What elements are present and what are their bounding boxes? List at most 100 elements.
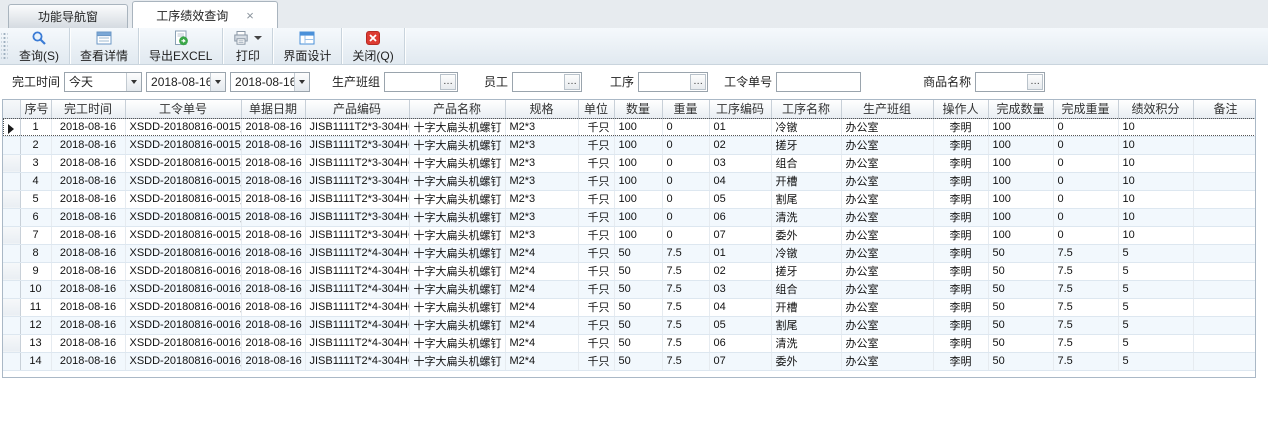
column-header[interactable]: 规格 [505, 100, 578, 118]
cell: 0 [662, 118, 709, 136]
column-header[interactable]: 产品名称 [409, 100, 505, 118]
column-header[interactable]: 完成重量 [1053, 100, 1118, 118]
cell: 2018-08-16 [241, 136, 305, 154]
process-lookup-button[interactable]: … [690, 74, 706, 90]
date-from-combobox[interactable]: 2018-08-16 [146, 72, 226, 92]
query-button[interactable]: 查询(S) [9, 28, 70, 64]
cell: 100 [988, 208, 1053, 226]
employee-lookup-button[interactable]: … [564, 74, 580, 90]
cell: 11 [20, 298, 51, 316]
row-indicator-cell[interactable] [3, 136, 20, 154]
cell: 组合 [771, 154, 841, 172]
completion-time-combobox[interactable]: 今天 [64, 72, 142, 92]
column-header[interactable]: 生产班组 [841, 100, 933, 118]
cell: 办公室 [841, 244, 933, 262]
cell: 割尾 [771, 190, 841, 208]
tab-function-navigation[interactable]: 功能导航窗 [8, 4, 128, 28]
table-row[interactable]: 142018-08-16XSDD-20180816-0016_12018-08-… [3, 352, 1256, 370]
row-indicator-cell[interactable] [3, 226, 20, 244]
print-dropdown-arrow-icon[interactable] [254, 36, 262, 40]
cell: 2018-08-16 [241, 208, 305, 226]
view-details-button[interactable]: 查看详情 [70, 28, 139, 64]
column-header[interactable]: 重量 [662, 100, 709, 118]
cell: 100 [614, 118, 662, 136]
cell: 5 [1118, 262, 1193, 280]
chevron-down-icon[interactable] [294, 73, 309, 91]
team-input[interactable] [385, 74, 440, 90]
cell: 7.5 [662, 334, 709, 352]
employee-lookup-field: … [512, 72, 582, 92]
cell: M2*4 [505, 352, 578, 370]
cell: 割尾 [771, 316, 841, 334]
row-indicator-cell[interactable] [3, 334, 20, 352]
chevron-down-icon[interactable] [210, 73, 225, 91]
table-row[interactable]: 132018-08-16XSDD-20180816-0016_12018-08-… [3, 334, 1256, 352]
process-input[interactable] [639, 74, 690, 90]
cell: JISB1111T2*4-304HC [305, 298, 409, 316]
team-lookup-button[interactable]: … [440, 74, 456, 90]
column-header[interactable]: 绩效积分 [1118, 100, 1193, 118]
column-header[interactable]: 单位 [578, 100, 614, 118]
table-row[interactable]: 102018-08-16XSDD-20180816-0016_12018-08-… [3, 280, 1256, 298]
cell: JISB1111T2*4-304HC [305, 280, 409, 298]
row-indicator-cell[interactable] [3, 154, 20, 172]
row-indicator-cell[interactable] [3, 172, 20, 190]
date-to-combobox[interactable]: 2018-08-16 [230, 72, 310, 92]
row-indicator-cell[interactable] [3, 190, 20, 208]
table-row[interactable]: 62018-08-16XSDD-20180816-0015_12018-08-1… [3, 208, 1256, 226]
employee-input[interactable] [513, 74, 564, 90]
cell: 0 [1053, 172, 1118, 190]
table-row[interactable]: 22018-08-16XSDD-20180816-0015_12018-08-1… [3, 136, 1256, 154]
chevron-down-icon[interactable] [126, 73, 141, 91]
print-button[interactable]: 打印 [223, 28, 273, 64]
cell: 搓牙 [771, 262, 841, 280]
column-header[interactable]: 完工时间 [51, 100, 125, 118]
column-header[interactable]: 操作人 [933, 100, 988, 118]
column-header[interactable]: 工令单号 [125, 100, 241, 118]
cell: 清洗 [771, 334, 841, 352]
column-header[interactable]: 产品编码 [305, 100, 409, 118]
cell: 千只 [578, 154, 614, 172]
cell: 100 [614, 136, 662, 154]
row-indicator-cell[interactable] [3, 244, 20, 262]
tab-close-icon[interactable]: × [246, 9, 254, 22]
table-row[interactable]: 12018-08-16XSDD-20180816-0015_12018-08-1… [3, 118, 1256, 136]
app-window: 功能导航窗 工序绩效查询 × 查询(S) 查看详情 导出EXCEL [0, 0, 1268, 442]
toolbar-grip[interactable] [1, 32, 8, 60]
column-header[interactable]: 单据日期 [241, 100, 305, 118]
table-row[interactable]: 82018-08-16XSDD-20180816-0016_12018-08-1… [3, 244, 1256, 262]
table-row[interactable]: 72018-08-16XSDD-20180816-0015_12018-08-1… [3, 226, 1256, 244]
column-header[interactable]: 备注 [1193, 100, 1256, 118]
results-grid: 序号完工时间工令单号单据日期产品编码产品名称规格单位数量重量工序编码工序名称生产… [2, 99, 1256, 378]
table-row[interactable]: 32018-08-16XSDD-20180816-0015_12018-08-1… [3, 154, 1256, 172]
row-indicator-cell[interactable] [3, 316, 20, 334]
work-order-input[interactable] [776, 72, 861, 92]
row-indicator-cell[interactable] [3, 298, 20, 316]
column-header[interactable]: 工序名称 [771, 100, 841, 118]
row-indicator-cell[interactable] [3, 118, 20, 136]
selected-row-arrow-icon [8, 124, 14, 134]
table-row[interactable]: 42018-08-16XSDD-20180816-0015_12018-08-1… [3, 172, 1256, 190]
column-header[interactable]: 工序编码 [709, 100, 771, 118]
cell: XSDD-20180816-0016_1 [125, 280, 241, 298]
column-header[interactable]: 完成数量 [988, 100, 1053, 118]
cell: 7.5 [1053, 280, 1118, 298]
cell: 办公室 [841, 262, 933, 280]
row-indicator-cell[interactable] [3, 262, 20, 280]
product-name-lookup-button[interactable]: … [1027, 74, 1043, 90]
row-indicator-cell[interactable] [3, 352, 20, 370]
export-excel-button[interactable]: 导出EXCEL [139, 28, 223, 64]
row-indicator-cell[interactable] [3, 280, 20, 298]
tab-process-performance-query[interactable]: 工序绩效查询 × [132, 1, 278, 28]
ui-design-button[interactable]: 界面设计 [273, 28, 342, 64]
table-row[interactable]: 92018-08-16XSDD-20180816-0016_12018-08-1… [3, 262, 1256, 280]
row-indicator-cell[interactable] [3, 208, 20, 226]
table-row[interactable]: 52018-08-16XSDD-20180816-0015_12018-08-1… [3, 190, 1256, 208]
table-row[interactable]: 122018-08-16XSDD-20180816-0016_12018-08-… [3, 316, 1256, 334]
close-button[interactable]: 关闭(Q) [342, 28, 404, 64]
column-header[interactable]: 序号 [20, 100, 51, 118]
cell: XSDD-20180816-0016_1 [125, 244, 241, 262]
product-name-input[interactable] [976, 74, 1027, 90]
column-header[interactable]: 数量 [614, 100, 662, 118]
table-row[interactable]: 112018-08-16XSDD-20180816-0016_12018-08-… [3, 298, 1256, 316]
